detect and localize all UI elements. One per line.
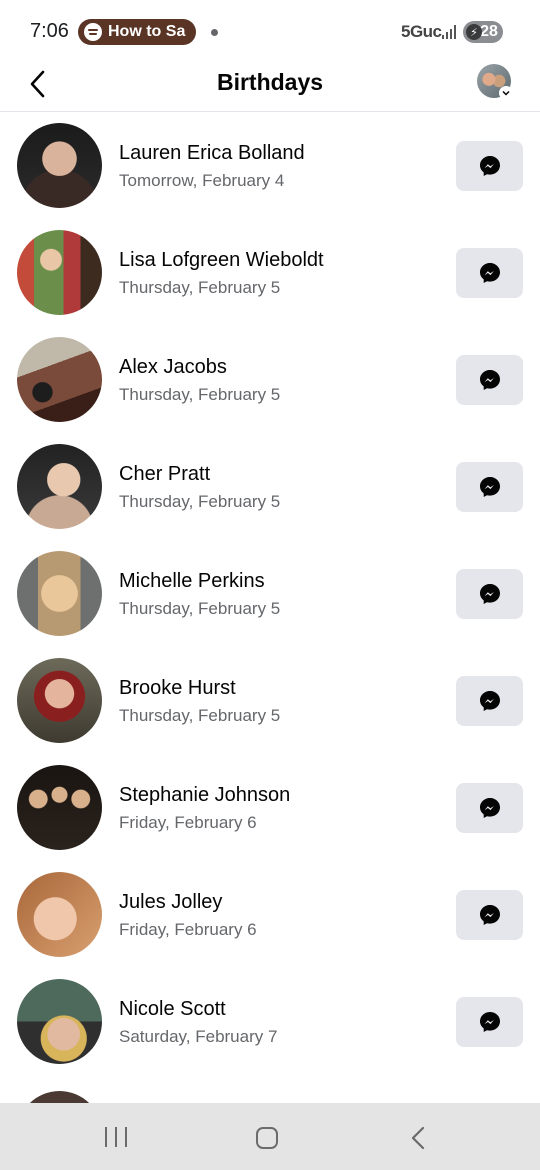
network-indicator: 5Guc <box>401 22 442 41</box>
avatar[interactable] <box>17 658 102 743</box>
messenger-icon <box>479 691 500 711</box>
birthday-date: Thursday, February 5 <box>119 706 281 725</box>
birthday-date: Thursday, February 5 <box>119 278 281 297</box>
friend-name[interactable]: Jules Jolley <box>119 891 222 914</box>
home-button[interactable] <box>256 1127 278 1149</box>
media-pill-label: How to Sa <box>108 23 186 40</box>
charging-icon: ⚡ <box>466 24 482 40</box>
messenger-icon <box>479 263 500 283</box>
avatar[interactable] <box>17 337 102 422</box>
avatar[interactable] <box>17 872 102 957</box>
list-item[interactable]: Lisa Lofgreen Wieboldt Thursday, Februar… <box>0 219 540 326</box>
list-item[interactable]: Stephanie Johnson Friday, February 6 <box>0 754 540 861</box>
friend-name[interactable]: Nicole Scott <box>119 998 226 1021</box>
messenger-icon <box>479 905 500 925</box>
list-item[interactable]: Cher Pratt Thursday, February 5 <box>0 433 540 540</box>
messenger-icon <box>479 798 500 818</box>
battery-indicator: ⚡ 28 <box>463 21 503 43</box>
birthday-date: Friday, February 6 <box>119 920 257 939</box>
battery-level: 28 <box>480 23 498 40</box>
messenger-icon <box>479 584 500 604</box>
messenger-icon <box>479 1012 500 1032</box>
message-button[interactable] <box>456 890 523 940</box>
birthday-date: Friday, February 6 <box>119 813 257 832</box>
list-item[interactable]: Jules Jolley Friday, February 6 <box>0 861 540 968</box>
signal-icon <box>442 25 458 39</box>
avatar[interactable] <box>17 230 102 315</box>
avatar[interactable] <box>17 1091 102 1103</box>
friend-name[interactable]: Cher Pratt <box>119 463 210 486</box>
list-item[interactable]: Michelle Perkins Thursday, February 5 <box>0 540 540 647</box>
page-title: Birthdays <box>216 69 324 95</box>
birthday-date: Thursday, February 5 <box>119 492 281 511</box>
list-item[interactable]: Brooke Hurst Thursday, February 5 <box>0 647 540 754</box>
media-pill[interactable]: How to Sa <box>78 19 196 45</box>
birthday-list: Lauren Erica Bolland Tomorrow, February … <box>0 112 540 1103</box>
recents-button[interactable] <box>105 1127 127 1147</box>
friend-name[interactable]: Stephanie Johnson <box>119 784 290 807</box>
birthday-date: Saturday, February 7 <box>119 1027 278 1046</box>
message-button[interactable] <box>456 676 523 726</box>
messenger-icon <box>479 370 500 390</box>
avatar[interactable] <box>17 444 102 529</box>
message-button[interactable] <box>456 141 523 191</box>
message-button[interactable] <box>456 783 523 833</box>
list-item[interactable]: Nicole Scott Saturday, February 7 <box>0 968 540 1075</box>
chevron-down-icon <box>499 86 513 100</box>
avatar[interactable] <box>17 123 102 208</box>
header: Birthdays <box>0 62 540 112</box>
birthday-date: Thursday, February 5 <box>119 385 281 404</box>
system-nav-bar <box>0 1103 540 1170</box>
notification-dot <box>211 29 218 36</box>
message-button[interactable] <box>456 355 523 405</box>
system-back-button[interactable] <box>408 1125 428 1151</box>
friend-name[interactable]: Michelle Perkins <box>119 570 265 593</box>
messenger-icon <box>479 477 500 497</box>
status-time: 7:06 <box>30 20 69 42</box>
avatar[interactable] <box>17 979 102 1064</box>
message-button[interactable] <box>456 248 523 298</box>
list-item[interactable]: Alex Jacobs Thursday, February 5 <box>0 326 540 433</box>
friend-name[interactable]: Lauren Erica Bolland <box>119 142 305 165</box>
message-button[interactable] <box>456 997 523 1047</box>
status-bar: 7:06 How to Sa 5Guc ⚡ 28 <box>0 0 540 62</box>
friend-name[interactable]: Brooke Hurst <box>119 677 236 700</box>
friend-name[interactable]: Alex Jacobs <box>119 356 227 379</box>
birthday-date: Tomorrow, February 4 <box>119 171 285 190</box>
messenger-icon <box>479 156 500 176</box>
list-item[interactable]: Lauren Erica Bolland Tomorrow, February … <box>0 112 540 219</box>
birthday-date: Thursday, February 5 <box>119 599 281 618</box>
message-button[interactable] <box>456 569 523 619</box>
avatar[interactable] <box>17 551 102 636</box>
avatar[interactable] <box>17 765 102 850</box>
message-button[interactable] <box>456 462 523 512</box>
spotify-icon <box>84 23 102 41</box>
back-icon <box>411 1126 425 1150</box>
friend-name[interactable]: Lisa Lofgreen Wieboldt <box>119 249 324 272</box>
